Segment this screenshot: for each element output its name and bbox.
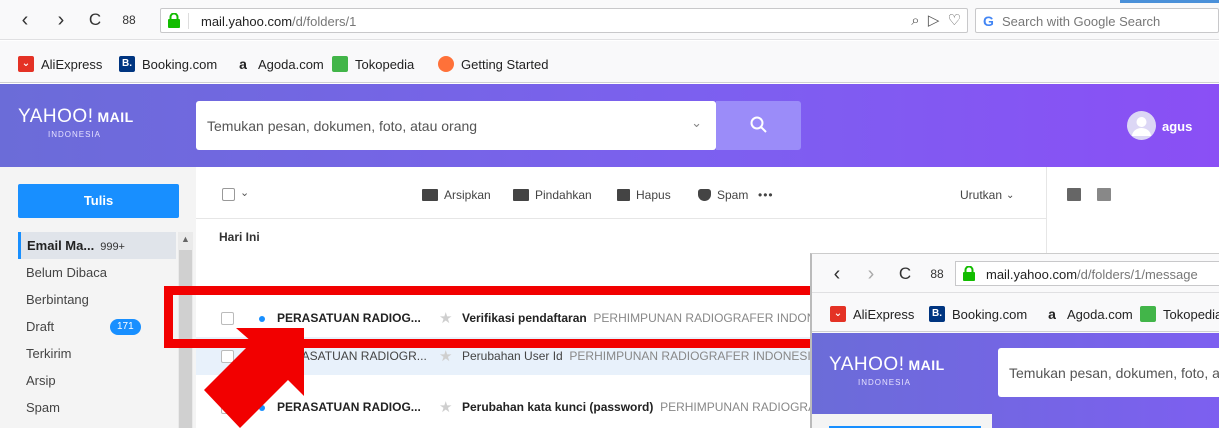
browser-search-bar[interactable]: G Search with Google Search	[975, 8, 1219, 33]
group-label: Hari Ini	[219, 230, 260, 244]
mail-search-placeholder: Temukan pesan, dokumen, foto, atau orang	[207, 118, 478, 134]
tokopedia-icon	[332, 56, 348, 72]
sidebar-item-starred[interactable]: Berbintang	[18, 286, 176, 313]
calendar-icon[interactable]	[1097, 188, 1111, 201]
chevron-down-icon[interactable]: ⌄	[691, 115, 702, 131]
bookmark-aliexpress[interactable]: ⌄ AliExpress	[18, 56, 102, 72]
arrow-icon	[204, 328, 304, 428]
star-icon[interactable]: ★	[439, 347, 452, 365]
url-text: mail.yahoo.com/d/folders/1	[201, 14, 357, 29]
booking-icon: B.	[929, 306, 945, 322]
lock-icon	[963, 266, 975, 281]
bookmarks-bar: ⌄ AliExpress B. Booking.com a Agoda.com Tok…	[0, 41, 1219, 83]
spam-button[interactable]: Spam	[698, 188, 748, 202]
page-actions[interactable]: ⌕ ▷ ♡	[911, 11, 963, 29]
bookmark-booking[interactable]: B. Booking.com	[119, 56, 217, 72]
sidebar-item-spam[interactable]: Spam	[18, 394, 176, 421]
bookmark-tokopedia[interactable]: Tokopedia	[332, 56, 414, 72]
inset-apps-button[interactable]: 88	[926, 263, 948, 285]
back-button[interactable]: ‹	[14, 9, 36, 31]
chevron-down-icon: ⌄	[1006, 189, 1015, 201]
inset-mail-search-input[interactable]: Temukan pesan, dokumen, foto, a	[998, 348, 1219, 397]
agoda-icon: a	[239, 56, 247, 72]
inset-bookmark-tokopedia[interactable]: Tokopedia	[1140, 306, 1219, 322]
more-button[interactable]: •••	[758, 188, 774, 202]
inset-address-bar[interactable]: mail.yahoo.com/d/folders/1/message	[955, 261, 1219, 286]
scroll-up-icon[interactable]: ▲	[181, 234, 190, 244]
lock-icon	[168, 13, 180, 28]
move-button[interactable]: Pindahkan	[513, 188, 592, 202]
inset-sidebar	[812, 414, 992, 428]
tokopedia-icon	[1140, 306, 1156, 322]
firefox-icon	[438, 56, 454, 72]
delete-button[interactable]: Hapus	[617, 188, 671, 202]
tab-indicator	[1120, 0, 1219, 3]
chevron-down-icon[interactable]: ⌄	[240, 186, 249, 199]
sidebar-item-inbox[interactable]: Email Ma... 999+	[18, 232, 176, 259]
search-icon	[750, 116, 767, 133]
inset-forward-button[interactable]: ›	[860, 263, 882, 285]
search-placeholder: Search with Google Search	[1002, 14, 1161, 29]
inset-yahoo-logo-sub: INDONESIA	[858, 378, 912, 387]
google-icon: G	[983, 13, 994, 29]
address-bar[interactable]: mail.yahoo.com/d/folders/1 ⌕ ▷ ♡	[160, 8, 968, 33]
folder-move-icon	[513, 189, 529, 201]
inset-screenshot: ‹ › C 88 mail.yahoo.com/d/folders/1/mess…	[810, 253, 1219, 428]
user-icon	[1132, 117, 1151, 136]
list-toolbar: ⌄ Arsipkan Pindahkan Hapus Spam ••• Urut…	[196, 167, 1046, 219]
booking-icon: B.	[119, 56, 135, 72]
inset-bookmark-booking[interactable]: B. Booking.com	[929, 306, 1027, 322]
select-all-checkbox[interactable]	[222, 188, 235, 201]
mail-search-button[interactable]	[716, 101, 801, 150]
sort-button[interactable]: Urutkan ⌄	[960, 188, 1014, 202]
folder-list: Email Ma... 999+ Belum Dibaca Berbintang …	[18, 232, 176, 421]
inset-bookmark-aliexpress[interactable]: ⌄ AliExpress	[830, 306, 914, 322]
aliexpress-icon: ⌄	[18, 56, 34, 72]
yahoo-logo-sub: INDONESIA	[48, 130, 102, 139]
sidebar-item-unread[interactable]: Belum Dibaca	[18, 259, 176, 286]
aliexpress-icon: ⌄	[830, 306, 846, 322]
sidebar-item-archive[interactable]: Arsip	[18, 367, 176, 394]
user-name[interactable]: agus	[1162, 119, 1192, 134]
sidebar-item-draft[interactable]: Draft 171	[18, 313, 176, 340]
sidebar-item-sent[interactable]: Terkirim	[18, 340, 176, 367]
inset-url-text: mail.yahoo.com/d/folders/1/message	[986, 267, 1198, 282]
archive-button[interactable]: Arsipkan	[422, 188, 491, 202]
agoda-icon: a	[1048, 306, 1056, 322]
inset-bookmark-agoda[interactable]: a Agoda.com	[1044, 306, 1133, 322]
yahoo-logo[interactable]: YAHOO! MAIL	[18, 106, 134, 128]
reload-button[interactable]: C	[84, 9, 106, 31]
inset-back-button[interactable]: ‹	[826, 263, 848, 285]
archive-icon	[422, 189, 438, 201]
star-icon[interactable]: ★	[439, 398, 452, 416]
inset-mail-search-placeholder: Temukan pesan, dokumen, foto, a	[1009, 365, 1219, 381]
bookmark-getting-started[interactable]: Getting Started	[438, 56, 548, 72]
bookmark-agoda[interactable]: a Agoda.com	[235, 56, 324, 72]
apps-button[interactable]: 88	[118, 9, 140, 31]
draft-count-badge: 171	[110, 319, 141, 335]
inset-yahoo-logo[interactable]: YAHOO! MAIL	[829, 354, 945, 376]
forward-button[interactable]: ›	[50, 9, 72, 31]
inset-bookmarks-bar: ⌄ AliExpress B. Booking.com a Agoda.com Tok…	[812, 294, 1219, 332]
shield-icon	[698, 189, 711, 201]
yahoo-header: YAHOO! MAIL INDONESIA Temukan pesan, doku…	[0, 84, 1219, 167]
compose-button[interactable]: Tulis	[18, 184, 179, 218]
inset-browser-toolbar: ‹ › C 88 mail.yahoo.com/d/folders/1/mess…	[812, 254, 1219, 293]
avatar[interactable]	[1127, 111, 1156, 140]
mail-search-input[interactable]: Temukan pesan, dokumen, foto, atau orang…	[196, 101, 716, 150]
contacts-icon[interactable]	[1067, 188, 1081, 201]
trash-icon	[617, 189, 630, 201]
inset-reload-button[interactable]: C	[894, 263, 916, 285]
browser-toolbar: ‹ › C 88 mail.yahoo.com/d/folders/1 ⌕ ▷ …	[0, 0, 1219, 40]
